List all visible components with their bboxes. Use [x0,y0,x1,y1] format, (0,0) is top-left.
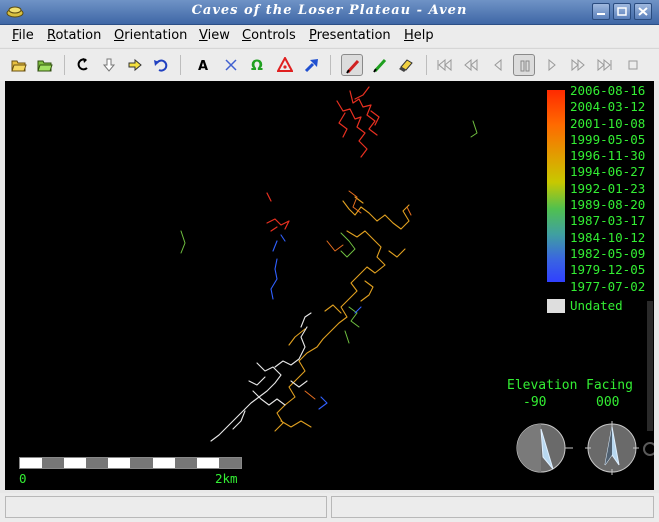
pause-icon [520,60,530,72]
exported-points-button[interactable] [301,54,323,76]
legend-date: 1989-08-20 [570,197,646,213]
fast-forward-icon [571,58,585,72]
surface-legs-button[interactable] [369,54,391,76]
maximize-icon [617,7,627,16]
entrances-icon: Ω [251,58,263,73]
facing-value: 000 [596,395,620,410]
step-back-button[interactable] [487,54,509,76]
toolbar-separator [330,55,331,75]
scale-bar [19,457,242,469]
undo-icon [154,59,168,72]
exported-points-icon [304,59,318,73]
menu-bar: File Rotation Orientation View Controls … [0,25,659,47]
move-right-button[interactable] [124,54,146,76]
status-bar [0,493,659,522]
elevation-label: Elevation [507,378,578,393]
survey-legs-icon [346,59,360,74]
skip-to-end-button[interactable] [593,54,615,76]
rotate-icon [77,58,88,71]
elevation-value: -90 [523,395,547,410]
rotate-button[interactable] [72,54,94,76]
names-button[interactable]: A [193,54,215,76]
undated-swatch [547,299,565,313]
status-panel-left [5,496,327,518]
legend-date: 1984-10-12 [570,229,646,245]
entrances-button[interactable]: Ω [247,54,269,76]
open-survey-icon [11,60,27,72]
close-icon [638,7,648,16]
menu-presentation[interactable]: Presentation [309,28,391,43]
move-down-icon [102,58,116,72]
play-button[interactable] [541,54,563,76]
minimize-button[interactable] [592,3,610,20]
crosses-icon [225,59,237,71]
move-right-icon [128,58,142,72]
scale-start-label: 0 [19,471,27,486]
minimize-icon [597,13,605,15]
legend-date: 1999-05-05 [570,131,646,147]
open-survey-button[interactable] [8,54,30,76]
legend-date: 1996-11-30 [570,148,646,164]
compass-indicator[interactable] [581,417,643,479]
legend-date: 2006-08-16 [570,83,646,98]
step-back-icon [494,58,502,72]
menu-orientation[interactable]: Orientation [114,28,187,43]
legend-date: 1992-01-23 [570,180,646,196]
legend-date: 1994-06-27 [570,164,646,180]
crosses-button[interactable] [220,54,242,76]
stop-icon [628,60,638,70]
svg-text:A: A [198,59,208,73]
open-presentation-button[interactable] [34,54,56,76]
cave-viewer-canvas[interactable]: 2006-08-16 2004-03-12 2001-10-08 1999-05… [5,81,654,490]
toolbar: A Ω [0,48,659,81]
toolbar-separator [180,55,181,75]
window-title: Caves of the Loser Plateau - Aven [191,3,468,18]
play-icon [548,58,556,72]
skip-to-start-icon [437,58,452,72]
fixed-points-button[interactable] [274,54,296,76]
watermark-logo [643,301,654,456]
menu-view[interactable]: View [199,28,230,43]
menu-rotation[interactable]: Rotation [47,28,101,43]
legend-date: 1987-03-17 [570,213,646,229]
survey-legs-button[interactable] [341,54,363,76]
names-icon: A [198,59,208,73]
tubes-button[interactable] [395,54,417,76]
undo-button[interactable] [150,54,172,76]
legend-date: 1979-12-05 [570,262,646,278]
tubes-icon [399,59,413,72]
move-down-button[interactable] [98,54,120,76]
status-panel-right [331,496,654,518]
rewind-icon [464,58,478,72]
undated-label: Undated [570,298,623,313]
close-button[interactable] [634,3,652,20]
svg-text:Ω: Ω [251,58,263,73]
menu-help[interactable]: Help [404,28,434,43]
facing-label: Facing [586,378,633,393]
maximize-button[interactable] [613,3,631,20]
fast-forward-button[interactable] [567,54,589,76]
legend-date: 2001-10-08 [570,115,646,131]
pause-button[interactable] [513,54,535,76]
fixed-points-icon [277,57,293,72]
menu-file[interactable]: File [12,28,34,43]
elevation-indicator[interactable] [513,417,575,479]
legend-date: 1982-05-09 [570,245,646,261]
surface-legs-icon [373,58,387,73]
title-bar: Caves of the Loser Plateau - Aven [0,0,659,25]
toolbar-separator [64,55,65,75]
legend-date: 1977-07-02 [570,278,646,294]
legend-date: 2004-03-12 [570,99,646,115]
skip-to-start-button[interactable] [434,54,456,76]
scale-end-label: 2km [215,471,238,486]
date-color-legend-bar [547,90,565,282]
open-presentation-icon [37,60,53,72]
toolbar-separator [426,55,427,75]
rewind-button[interactable] [460,54,482,76]
menu-controls[interactable]: Controls [242,28,296,43]
skip-to-end-icon [597,58,612,72]
date-legend: 2006-08-16 2004-03-12 2001-10-08 1999-05… [570,83,645,295]
stop-button[interactable] [622,54,644,76]
